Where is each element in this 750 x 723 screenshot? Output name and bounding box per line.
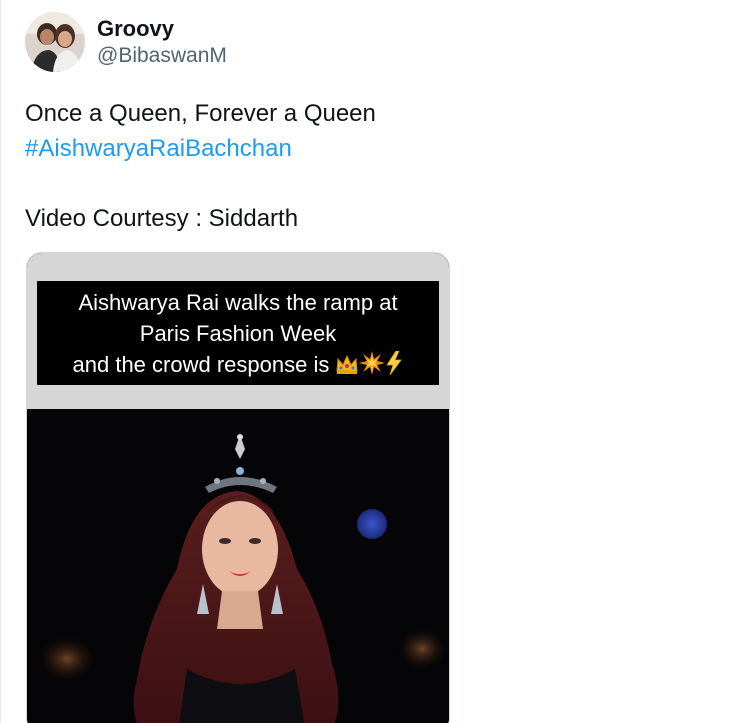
video-courtesy-text: Video Courtesy : Siddarth: [25, 205, 299, 232]
caption-line-2: Paris Fashion Week: [139, 321, 337, 346]
tweet-container: Groovy @BibaswanM Once a Queen, Forever …: [0, 0, 750, 723]
tweet-header: Groovy @BibaswanM: [25, 12, 227, 72]
author-handle[interactable]: @BibaswanM: [97, 43, 227, 69]
hashtag-link[interactable]: #AishwaryaRaiBachchan: [25, 131, 725, 166]
video-caption: Aishwarya Rai walks the ramp at Paris Fa…: [37, 281, 439, 385]
tweet-text-line: Once a Queen, Forever a Queen: [25, 100, 376, 127]
author-info: Groovy @BibaswanM: [97, 15, 227, 69]
caption-line-3: and the crowd response is: [72, 352, 330, 377]
crown-emoji-icon: [336, 354, 359, 374]
video-caption-band: Aishwarya Rai walks the ramp at Paris Fa…: [27, 253, 449, 409]
avatar[interactable]: [25, 12, 85, 72]
collision-emoji-icon: [359, 351, 386, 375]
video-frame: [27, 409, 449, 723]
author-display-name[interactable]: Groovy: [97, 15, 227, 43]
video-media-card[interactable]: Aishwarya Rai walks the ramp at Paris Fa…: [26, 252, 450, 723]
tweet-text: Once a Queen, Forever a Queen #Aishwarya…: [25, 96, 725, 236]
lightning-emoji-icon: [386, 351, 403, 375]
text-spacer: [25, 166, 725, 201]
caption-line-3-row: and the crowd response is: [37, 349, 439, 380]
caption-line-1: Aishwarya Rai walks the ramp at: [78, 290, 398, 315]
